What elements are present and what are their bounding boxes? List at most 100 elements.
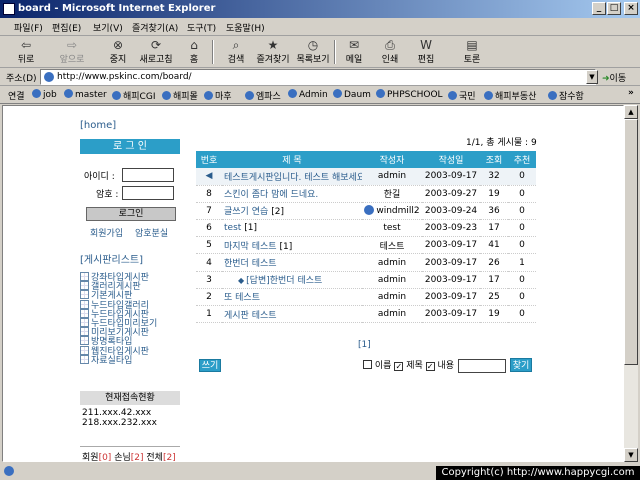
visitor-stats: 회원[0] 손님[2] 전체[2] bbox=[82, 450, 176, 461]
row-title-link[interactable]: 마지막 테스트 bbox=[224, 242, 277, 252]
password-input[interactable] bbox=[122, 186, 174, 200]
link-empas[interactable]: 엠파스 bbox=[245, 89, 281, 102]
table-row[interactable]: ◀ 테스트게시판입니다. 테스트 해보세요 admin 2003-09-17 32 0 bbox=[196, 168, 536, 186]
row-number: 6 bbox=[196, 219, 222, 238]
row-author[interactable]: test bbox=[362, 219, 422, 238]
vertical-scrollbar[interactable]: ▲ ▼ bbox=[624, 105, 638, 462]
table-row[interactable]: 1 게시판 테스트 admin 2003-09-17 19 0 bbox=[196, 305, 536, 324]
board-list-item[interactable]: 갤러리게시판 bbox=[80, 281, 190, 292]
table-row[interactable]: 8 스킨이 좀다 맘에 드네요. 한길 2003-09-27 19 0 bbox=[196, 185, 536, 203]
board-list-item[interactable]: 누드타입갤러리 bbox=[80, 300, 190, 310]
row-author[interactable]: windmill2 bbox=[362, 202, 422, 221]
history-button[interactable]: ◷ 목록보기 bbox=[295, 38, 331, 66]
table-row[interactable]: 2또 테스트 admin 2003-09-17 25 0 bbox=[196, 288, 536, 307]
menu-tools[interactable]: 도구(T) bbox=[187, 21, 216, 34]
link-happymall[interactable]: 해피몰 bbox=[162, 89, 198, 102]
maximize-button[interactable]: □ bbox=[607, 2, 621, 15]
menu-help[interactable]: 도움말(H) bbox=[226, 21, 265, 34]
menu-edit[interactable]: 편집(E) bbox=[52, 21, 81, 34]
link-mahu[interactable]: 마후 bbox=[204, 89, 232, 102]
homepage-icon[interactable] bbox=[364, 205, 375, 216]
home-link[interactable]: [home] bbox=[80, 120, 116, 131]
page-status-icon bbox=[4, 466, 14, 476]
search-submit-button[interactable]: 찾기 bbox=[510, 358, 532, 372]
table-row[interactable]: 7 글쓰기 연습 [2] windmill2 2003-09-24 36 0 bbox=[196, 202, 536, 221]
forward-button[interactable]: ⇨ 앞으로 bbox=[54, 38, 90, 66]
edit-button[interactable]: W 편집 bbox=[408, 38, 444, 66]
link-kookmin[interactable]: 국민 bbox=[448, 89, 476, 102]
id-input[interactable] bbox=[122, 168, 174, 182]
lost-password-link[interactable]: 암호분실 bbox=[135, 226, 168, 239]
search-name-checkbox[interactable] bbox=[363, 360, 372, 369]
link-admin[interactable]: Admin bbox=[288, 89, 328, 100]
link-job[interactable]: job bbox=[32, 89, 57, 100]
go-button[interactable]: ➜이동 bbox=[602, 71, 626, 84]
mail-button[interactable]: ✉ 메일 bbox=[336, 38, 372, 66]
table-row[interactable]: 4 한번더 테스트 admin 2003-09-17 26 1 bbox=[196, 253, 536, 272]
search-button[interactable]: ⌕ 검색 bbox=[218, 38, 254, 66]
row-title-link[interactable]: 한번더 테스트 bbox=[224, 259, 277, 269]
scroll-thumb[interactable] bbox=[624, 119, 638, 365]
link-submarine[interactable]: 잠수함 bbox=[548, 89, 584, 102]
page-info: 1/1, 총 게시물 : 9 bbox=[466, 138, 537, 148]
row-author[interactable]: admin bbox=[362, 253, 422, 272]
board-list-item[interactable]: 웹진타입게시판 bbox=[80, 346, 190, 356]
link-master[interactable]: master bbox=[64, 89, 107, 100]
write-button[interactable]: 쓰기 bbox=[199, 359, 221, 372]
board-list-item[interactable]: 누드타입게시판 bbox=[80, 309, 190, 319]
print-button[interactable]: ⎙ 인쇄 bbox=[372, 38, 408, 66]
home-button[interactable]: ⌂ 홈 bbox=[176, 38, 212, 66]
row-date: 2003-09-17 bbox=[422, 236, 480, 255]
stop-button[interactable]: ⊗ 중지 bbox=[100, 38, 136, 66]
board-list-item[interactable]: 누드타입미리보기 bbox=[80, 318, 190, 328]
table-row[interactable]: 6 test [1] test 2003-09-23 17 0 bbox=[196, 219, 536, 238]
menu-bar: 파일(F) 편집(E) 보기(V) 즐겨찾기(A) 도구(T) 도움말(H) bbox=[0, 18, 640, 36]
scroll-up-icon[interactable]: ▲ bbox=[624, 105, 638, 119]
row-title-link[interactable]: 또 테스트 bbox=[224, 293, 260, 303]
row-author[interactable]: admin bbox=[362, 288, 422, 307]
table-row[interactable]: 3 ◆ [답변]한번더 테스트 admin 2003-09-17 17 0 bbox=[196, 271, 536, 289]
row-title-link[interactable]: 스킨이 좀다 맘에 드네요. bbox=[224, 190, 318, 200]
link-phpschool[interactable]: PHPSCHOOL bbox=[376, 89, 443, 100]
row-title-link[interactable]: 테스트게시판입니다. 테스트 해보세요 bbox=[224, 173, 362, 183]
favorites-button[interactable]: ★ 즐겨찾기 bbox=[255, 38, 291, 66]
row-title-link[interactable]: 글쓰기 연습 bbox=[224, 207, 268, 217]
menu-favorites[interactable]: 즐겨찾기(A) bbox=[132, 21, 178, 34]
row-author[interactable]: admin bbox=[362, 305, 422, 324]
board-list-item[interactable]: 미리보기게시판 bbox=[80, 327, 190, 338]
address-input[interactable]: http://www.pskinc.com/board/ bbox=[40, 69, 596, 85]
links-more-icon[interactable]: » bbox=[628, 88, 634, 98]
discuss-button[interactable]: ▤ 토론 bbox=[454, 38, 490, 66]
row-title-link[interactable]: 게시판 테스트 bbox=[224, 311, 277, 321]
pager-link[interactable]: [1] bbox=[358, 340, 371, 350]
row-date: 2003-09-17 bbox=[422, 288, 480, 307]
search-input[interactable] bbox=[458, 359, 506, 373]
search-content-checkbox[interactable]: ✓ bbox=[425, 362, 435, 371]
row-author[interactable]: admin bbox=[362, 168, 422, 186]
close-button[interactable]: × bbox=[624, 2, 638, 15]
search-subject-checkbox[interactable]: ✓ bbox=[394, 362, 404, 371]
scroll-down-icon[interactable]: ▼ bbox=[624, 448, 638, 462]
join-link[interactable]: 회원가입 bbox=[90, 226, 123, 239]
menu-view[interactable]: 보기(V) bbox=[93, 21, 123, 34]
col-date: 작성일 bbox=[422, 151, 480, 168]
row-votes: 0 bbox=[508, 236, 536, 255]
row-title-link[interactable]: test bbox=[224, 223, 241, 233]
refresh-button[interactable]: ⟳ 새로고침 bbox=[138, 38, 174, 66]
link-happy-realestate[interactable]: 해피부동산 bbox=[484, 89, 536, 102]
login-button[interactable]: 로그인 bbox=[86, 207, 176, 221]
table-row[interactable]: 5 마지막 테스트 [1] 테스트 2003-09-17 41 0 bbox=[196, 236, 536, 255]
back-button[interactable]: ⇦ 뒤로 bbox=[8, 38, 44, 66]
link-happycgi[interactable]: 해피CGI bbox=[112, 89, 155, 102]
row-title-link[interactable]: [답변]한번더 테스트 bbox=[246, 276, 322, 286]
row-author[interactable]: 한길 bbox=[362, 185, 422, 203]
row-views: 19 bbox=[480, 185, 508, 203]
row-author[interactable]: 테스트 bbox=[362, 236, 422, 255]
word-icon: W bbox=[420, 38, 432, 52]
minimize-button[interactable]: _ bbox=[592, 2, 606, 15]
link-daum[interactable]: Daum bbox=[333, 89, 371, 100]
address-dropdown-icon[interactable]: ▼ bbox=[586, 70, 598, 84]
menu-file[interactable]: 파일(F) bbox=[14, 21, 43, 34]
board-list-item[interactable]: 강좌타입게시판 bbox=[80, 272, 190, 282]
row-author[interactable]: admin bbox=[362, 271, 422, 289]
